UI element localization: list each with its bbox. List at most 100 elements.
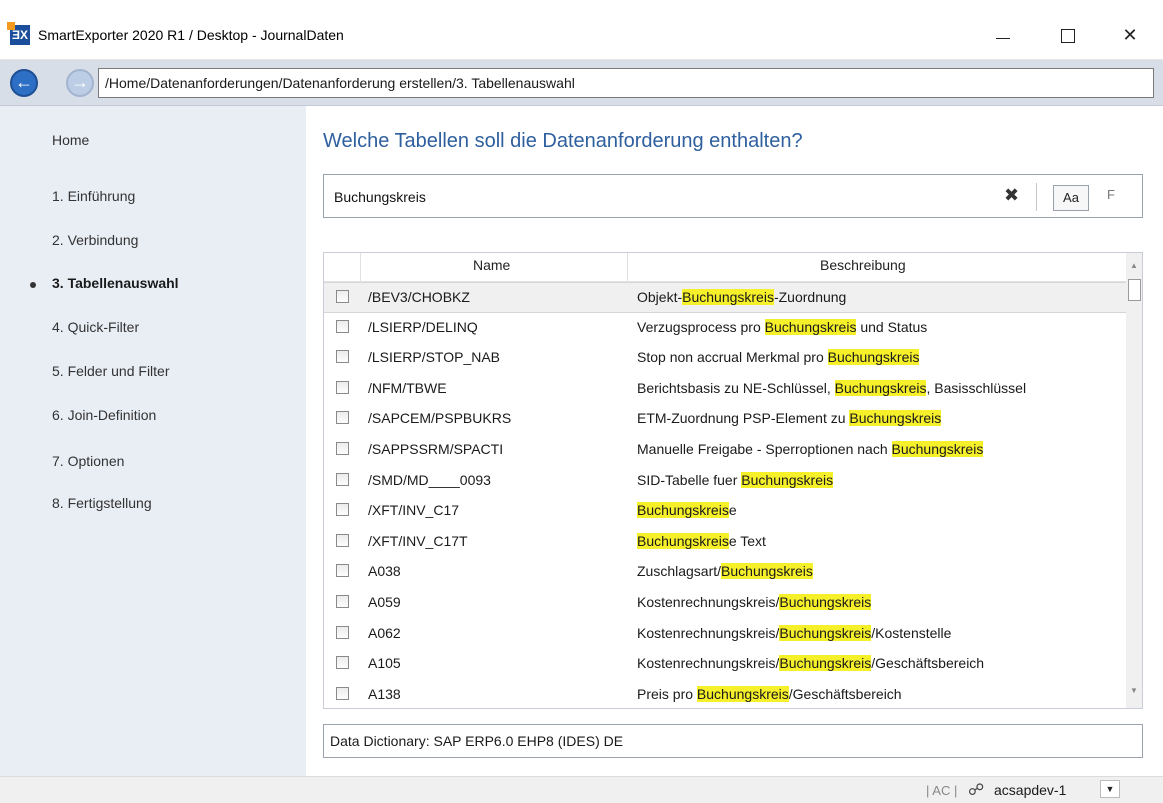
connection-dropdown-icon[interactable]: ▼ xyxy=(1100,780,1120,798)
header-divider xyxy=(360,253,361,281)
sidebar-item-quick-filter[interactable]: 4. Quick-Filter xyxy=(52,319,139,335)
column-header-beschreibung[interactable]: Beschreibung xyxy=(820,257,906,273)
cell-description: SID-Tabelle fuer Buchungskreis xyxy=(637,471,834,488)
search-highlight: Buchungskreis xyxy=(827,349,920,366)
cell-name: A038 xyxy=(368,563,401,580)
description-text: Preis pro xyxy=(637,685,697,702)
row-checkbox[interactable] xyxy=(336,503,349,517)
row-checkbox[interactable] xyxy=(336,625,349,639)
scroll-down-icon[interactable]: ▼ xyxy=(1130,686,1138,695)
clear-search-icon[interactable]: ✖ xyxy=(1004,185,1019,206)
row-checkbox[interactable] xyxy=(336,350,349,364)
match-case-toggle[interactable]: Aa xyxy=(1053,185,1089,211)
row-checkbox[interactable] xyxy=(336,595,349,608)
cell-name: /SAPPSSRM/SPACTI xyxy=(368,441,504,457)
table-row[interactable]: A062 Kostenrechnungskreis/Buchungskreis/K… xyxy=(324,619,1126,650)
search-box: ✖ Aa F xyxy=(323,174,1143,218)
column-header-name[interactable]: Name xyxy=(473,257,510,273)
table-list: Name Beschreibung /BEV3/CHOBKZ Objekt-Buc… xyxy=(323,252,1143,709)
description-text: Kostenrechnungskreis/ xyxy=(637,594,780,610)
table-row[interactable]: A105 Kostenrechnungskreis/Buchungskreis/G… xyxy=(324,649,1126,680)
cell-description: Kostenrechnungskreis/Buchungskreis/Koste… xyxy=(637,624,952,641)
table-row[interactable]: A038 Zuschlagsart/Buchungskreis xyxy=(324,557,1126,588)
cell-description: Manuelle Freigabe - Sperroptionen nach B… xyxy=(637,441,984,457)
status-bar: | AC | ☍ acsapdev-1 ▼ xyxy=(0,776,1163,803)
connection-icon: ☍ xyxy=(968,782,985,799)
sidebar-item-tabellenauswahl[interactable]: 3. Tabellenauswahl xyxy=(52,275,179,291)
search-highlight: Buchungskreis xyxy=(637,502,729,519)
table-row[interactable]: /SMD/MD____0093 SID-Tabelle fuer Buchungs… xyxy=(324,466,1126,497)
sidebar: Home 1. Einführung 2. Verbindung 3. Tabe… xyxy=(0,106,306,776)
maximize-button[interactable] xyxy=(1045,20,1091,50)
row-checkbox[interactable] xyxy=(336,380,349,394)
description-text: Kostenrechnungskreis/ xyxy=(637,655,780,672)
cell-name: /BEV3/CHOBKZ xyxy=(368,289,470,305)
breadcrumb-path[interactable]: /Home/Datenanforderungen/Datenanforderun… xyxy=(98,68,1154,98)
cell-name: /NFM/TBWE xyxy=(368,379,447,396)
cell-description: Berichtsbasis zu NE-Schlüssel, Buchungsk… xyxy=(637,379,1026,396)
search-highlight: Buchungskreis xyxy=(682,289,774,305)
close-button[interactable]: ✕ xyxy=(1107,20,1153,50)
row-checkbox[interactable] xyxy=(336,564,349,578)
title-bar: ƎX SmartExporter 2020 R1 / Desktop - Jou… xyxy=(0,0,1163,60)
row-checkbox[interactable] xyxy=(336,686,349,700)
search-divider xyxy=(1036,183,1037,211)
row-checkbox[interactable] xyxy=(336,656,349,670)
table-row[interactable]: /LSIERP/DELINQ Verzugsprocess pro Buchung… xyxy=(324,313,1126,344)
connection-name: acsapdev-1 xyxy=(994,782,1067,798)
row-checkbox[interactable] xyxy=(336,442,349,455)
search-highlight: Buchungskreis xyxy=(696,685,789,702)
sidebar-item-home[interactable]: Home xyxy=(52,132,89,148)
cell-name: A138 xyxy=(368,685,401,702)
sidebar-item-verbindung[interactable]: 2. Verbindung xyxy=(52,232,138,248)
sidebar-item-einfuehrung[interactable]: 1. Einführung xyxy=(52,188,135,204)
description-text: Manuelle Freigabe - Sperroptionen nach xyxy=(637,441,892,457)
description-text: Berichtsbasis zu NE-Schlüssel, xyxy=(637,379,835,396)
search-input[interactable] xyxy=(334,187,934,207)
scroll-thumb[interactable] xyxy=(1128,279,1141,301)
table-row[interactable]: /SAPPSSRM/SPACTI Manuelle Freigabe - Sper… xyxy=(324,435,1126,466)
header-divider xyxy=(627,253,628,281)
table-row[interactable]: /LSIERP/STOP_NAB Stop non accrual Merkmal… xyxy=(324,343,1126,374)
row-checkbox[interactable] xyxy=(336,290,349,303)
row-checkbox[interactable] xyxy=(336,319,349,333)
scroll-up-icon[interactable]: ▲ xyxy=(1130,261,1138,270)
table-row[interactable]: /NFM/TBWE Berichtsbasis zu NE-Schlüssel, … xyxy=(324,374,1126,405)
forward-button[interactable]: → xyxy=(66,69,94,97)
cell-description: Kostenrechnungskreis/Buchungskreis xyxy=(637,594,872,610)
cell-description: Objekt-Buchungskreis-Zuordnung xyxy=(637,289,846,305)
cell-name: /XFT/INV_C17 xyxy=(368,502,460,519)
table-row[interactable]: /BEV3/CHOBKZ Objekt-Buchungskreis-Zuordnu… xyxy=(324,282,1126,313)
row-checkbox[interactable] xyxy=(336,472,349,486)
cell-description: Buchungskreise xyxy=(637,502,737,519)
cell-description: Preis pro Buchungskreis/Geschäftsbereich xyxy=(637,685,902,702)
minimize-button[interactable] xyxy=(980,20,1026,50)
sidebar-item-fertigstellung[interactable]: 8. Fertigstellung xyxy=(52,495,152,511)
sidebar-item-join-definition[interactable]: 6. Join-Definition xyxy=(52,407,156,423)
cell-description: Zuschlagsart/Buchungskreis xyxy=(637,563,813,580)
search-highlight: Buchungskreis xyxy=(779,655,872,672)
sidebar-item-optionen[interactable]: 7. Optionen xyxy=(52,453,124,469)
sidebar-item-felder-und-filter[interactable]: 5. Felder und Filter xyxy=(52,363,170,379)
description-text: ETM-Zuordnung PSP-Element zu xyxy=(637,410,850,427)
search-highlight: Buchungskreis xyxy=(779,594,872,610)
row-checkbox[interactable] xyxy=(336,533,349,547)
back-button[interactable]: ← xyxy=(10,69,38,97)
cell-description: ETM-Zuordnung PSP-Element zu Buchungskre… xyxy=(637,410,942,427)
vertical-scrollbar[interactable]: ▲ ▼ xyxy=(1126,253,1142,708)
row-checkbox[interactable] xyxy=(336,411,349,425)
table-row[interactable]: /SAPCEM/PSPBUKRS ETM-Zuordnung PSP-Elemen… xyxy=(324,404,1126,435)
table-row[interactable]: /XFT/INV_C17 Buchungskreise xyxy=(324,496,1126,527)
search-highlight: Buchungskreis xyxy=(637,532,729,549)
description-text: und Status xyxy=(856,318,928,335)
table-row[interactable]: /XFT/INV_C17T Buchungskreise Text xyxy=(324,527,1126,558)
cell-name: /LSIERP/STOP_NAB xyxy=(368,349,501,366)
status-ac-label: | AC | xyxy=(926,783,958,798)
filter-toggle[interactable]: F xyxy=(1107,187,1115,202)
table-row[interactable]: A059 Kostenrechnungskreis/Buchungskreis xyxy=(324,588,1126,619)
description-text: /Kostenstelle xyxy=(871,624,952,641)
search-highlight: Buchungskreis xyxy=(834,379,927,396)
cell-name: /SAPCEM/PSPBUKRS xyxy=(368,410,512,427)
table-row[interactable]: A138 Preis pro Buchungskreis/Geschäftsber… xyxy=(324,680,1126,708)
description-text: Kostenrechnungskreis/ xyxy=(637,624,780,641)
